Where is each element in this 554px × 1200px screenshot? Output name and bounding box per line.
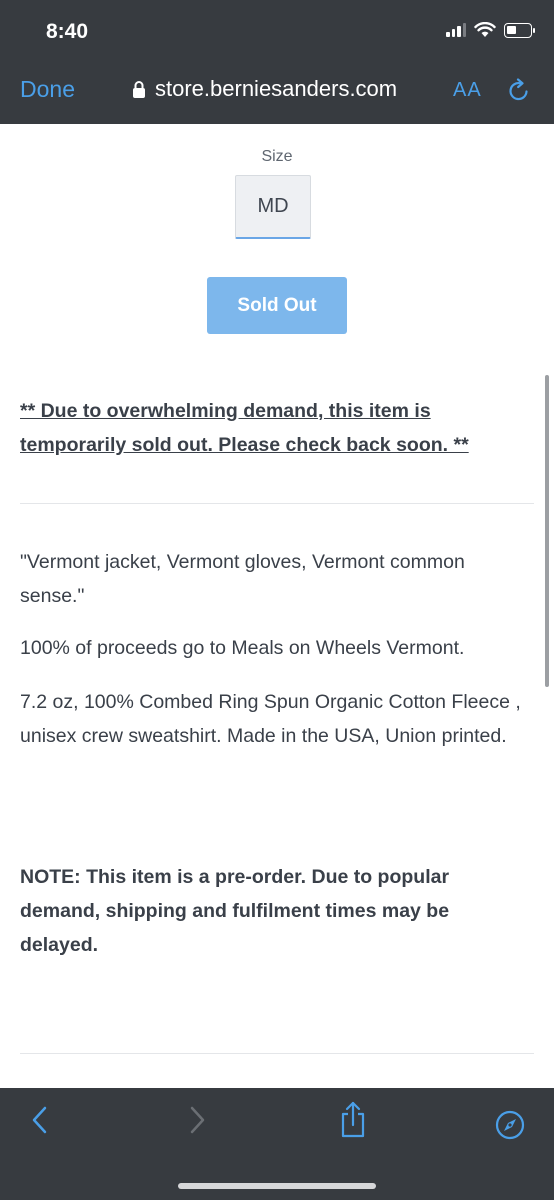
size-selector[interactable]: MD — [235, 175, 311, 239]
reload-icon[interactable] — [507, 78, 531, 104]
share-icon[interactable] — [338, 1101, 368, 1139]
forward-icon[interactable] — [187, 1105, 207, 1135]
sold-out-button[interactable]: Sold Out — [207, 277, 347, 334]
text-size-button[interactable]: AA — [453, 79, 482, 102]
product-quote: "Vermont jacket, Vermont gloves, Vermont… — [20, 551, 465, 607]
page-content: Size MD Sold Out ** Due to overwhelming … — [0, 124, 554, 1088]
browser-bottom-toolbar — [0, 1088, 554, 1200]
done-button[interactable]: Done — [20, 76, 75, 103]
back-icon[interactable] — [30, 1105, 50, 1135]
address-bar[interactable]: store.berniesanders.com — [132, 76, 397, 102]
status-time: 8:40 — [46, 20, 89, 43]
wifi-icon — [474, 22, 496, 37]
lock-icon — [133, 80, 145, 98]
proceeds-text: 100% of proceeds go to Meals on Wheels V… — [20, 637, 465, 659]
url-text: store.berniesanders.com — [155, 76, 398, 101]
divider — [20, 503, 534, 504]
status-icons — [446, 22, 535, 38]
preorder-note: NOTE: This item is a pre-order. Due to p… — [20, 866, 450, 956]
scrollbar[interactable] — [545, 375, 549, 687]
compass-icon[interactable] — [495, 1110, 525, 1140]
cellular-signal-icon — [446, 23, 466, 37]
size-label: Size — [261, 148, 293, 165]
home-indicator[interactable] — [178, 1183, 376, 1189]
product-specs: 7.2 oz, 100% Combed Ring Spun Organic Co… — [20, 691, 521, 747]
browser-top-bar: 8:40 Done store.berniesanders.com AA — [0, 0, 554, 124]
battery-icon — [504, 22, 535, 38]
sold-out-notice: ** Due to overwhelming demand, this item… — [20, 400, 469, 456]
divider — [20, 1053, 534, 1054]
